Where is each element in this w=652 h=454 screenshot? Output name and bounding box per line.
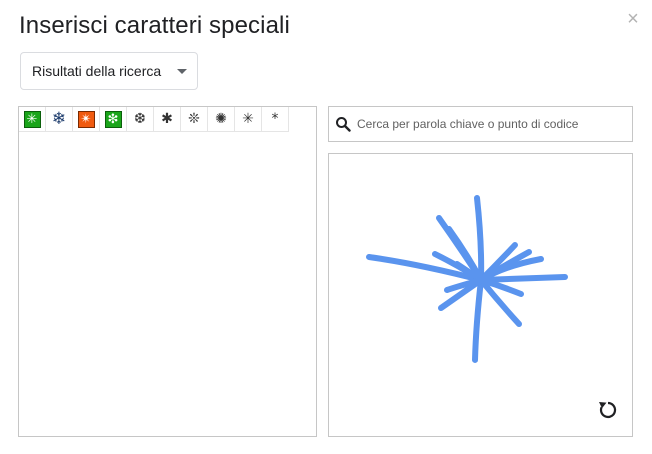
teardrop-propeller-asterisk-icon: ❊ <box>188 111 200 127</box>
light-asterisk-icon: ✳ <box>242 111 254 127</box>
sixteen-pointed-asterisk-icon: ✺ <box>215 111 227 127</box>
character-cell[interactable]: ✺ <box>208 107 235 132</box>
reset-icon[interactable] <box>597 399 619 421</box>
close-icon[interactable]: × <box>624 9 642 29</box>
dialog-title: Inserisci caratteri speciali <box>19 12 290 39</box>
search-box <box>328 106 633 142</box>
asterisk-icon: * <box>271 111 279 127</box>
search-input[interactable] <box>357 117 627 131</box>
character-cell[interactable]: ❊ <box>181 107 208 132</box>
snowflake-icon: ❄ <box>51 109 67 129</box>
heavy-chevron-snowflake-icon: ❆ <box>134 111 146 127</box>
character-cell[interactable]: ❆ <box>127 107 154 132</box>
character-cell[interactable]: ❇ <box>100 107 127 132</box>
drawing-area[interactable] <box>328 153 633 437</box>
chevron-down-icon <box>177 69 187 74</box>
sparkle-icon: ❇ <box>104 110 122 128</box>
character-cell[interactable]: * <box>262 107 289 132</box>
search-icon <box>335 116 351 132</box>
special-characters-dialog: Inserisci caratteri speciali × Risultati… <box>0 0 652 454</box>
character-cell[interactable]: ❄ <box>46 107 73 132</box>
character-cell[interactable]: ✳ <box>235 107 262 132</box>
heavy-asterisk-icon: ✱ <box>161 111 173 127</box>
eight-pointed-star-icon: ✴ <box>77 110 95 128</box>
character-cell[interactable]: ✳ <box>19 107 46 132</box>
category-dropdown-label: Risultati della ricerca <box>32 63 162 79</box>
category-dropdown[interactable]: Risultati della ricerca <box>20 52 198 90</box>
eight-spoked-asterisk-icon: ✳ <box>23 110 41 128</box>
character-cell[interactable]: ✱ <box>154 107 181 132</box>
results-panel: ✳ ❄ ✴ ❇ ❆ ✱ ❊ ✺ ✳ * <box>18 106 317 437</box>
character-grid: ✳ ❄ ✴ ❇ ❆ ✱ ❊ ✺ ✳ * <box>19 107 289 132</box>
handwriting-strokes <box>366 195 568 363</box>
character-cell[interactable]: ✴ <box>73 107 100 132</box>
